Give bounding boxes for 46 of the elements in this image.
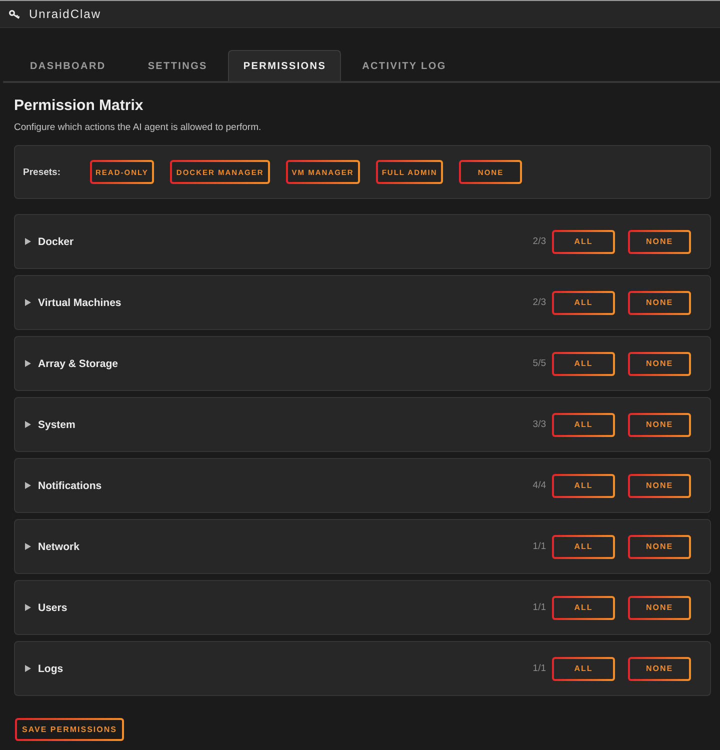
- section-name: Network: [38, 540, 80, 552]
- section-toggle[interactable]: Users: [25, 602, 68, 614]
- tab[interactable]: PERMISSIONS: [228, 50, 342, 81]
- section-count: 1/1: [532, 663, 546, 674]
- save-button[interactable]: SAVE PERMISSIONS: [15, 718, 124, 741]
- section-count: 2/3: [532, 236, 546, 247]
- all-button[interactable]: ALL: [552, 290, 615, 314]
- section-count: 1/1: [532, 602, 546, 613]
- all-button[interactable]: ALL: [552, 596, 615, 620]
- section-toggle[interactable]: System: [25, 418, 76, 430]
- all-button[interactable]: ALL: [552, 534, 615, 558]
- none-button[interactable]: NONE: [628, 534, 691, 558]
- page-title: Permission Matrix: [14, 96, 144, 116]
- section-name: Notifications: [38, 480, 102, 492]
- section-count: 2/3: [532, 297, 546, 308]
- section-toggle[interactable]: Docker: [25, 236, 74, 248]
- section-name: Users: [38, 602, 68, 614]
- tab[interactable]: ACTIVITY LOG: [341, 50, 468, 81]
- section-name: Logs: [38, 662, 64, 674]
- section-name: Docker: [38, 236, 74, 248]
- section-count: 4/4: [532, 480, 546, 491]
- none-button[interactable]: NONE: [628, 352, 691, 376]
- all-button[interactable]: ALL: [552, 474, 615, 498]
- none-button[interactable]: NONE: [628, 474, 691, 498]
- tab[interactable]: DASHBOARD: [3, 50, 127, 81]
- section-toggle[interactable]: Logs: [25, 662, 64, 674]
- none-button[interactable]: NONE: [628, 230, 691, 254]
- key-icon: [9, 10, 20, 18]
- none-button[interactable]: NONE: [628, 596, 691, 620]
- none-button[interactable]: NONE: [628, 656, 691, 680]
- section-count: 3/3: [532, 419, 546, 430]
- app-title: UnraidClaw: [29, 7, 102, 21]
- tab[interactable]: SETTINGS: [126, 50, 228, 81]
- all-button[interactable]: ALL: [552, 352, 615, 376]
- section-toggle[interactable]: Notifications: [25, 480, 102, 492]
- section-name: System: [38, 418, 76, 430]
- page-description: Configure which actions the AI agent is allowed to perform.: [14, 122, 262, 134]
- presets-label: Presets:: [23, 166, 60, 178]
- all-button[interactable]: ALL: [552, 230, 615, 254]
- section-count: 5/5: [532, 358, 546, 369]
- section-toggle[interactable]: Network: [25, 540, 80, 552]
- none-button[interactable]: NONE: [628, 290, 691, 314]
- all-button[interactable]: ALL: [552, 656, 615, 680]
- all-button[interactable]: ALL: [552, 412, 615, 436]
- none-button[interactable]: NONE: [628, 412, 691, 436]
- section-count: 1/1: [532, 541, 546, 552]
